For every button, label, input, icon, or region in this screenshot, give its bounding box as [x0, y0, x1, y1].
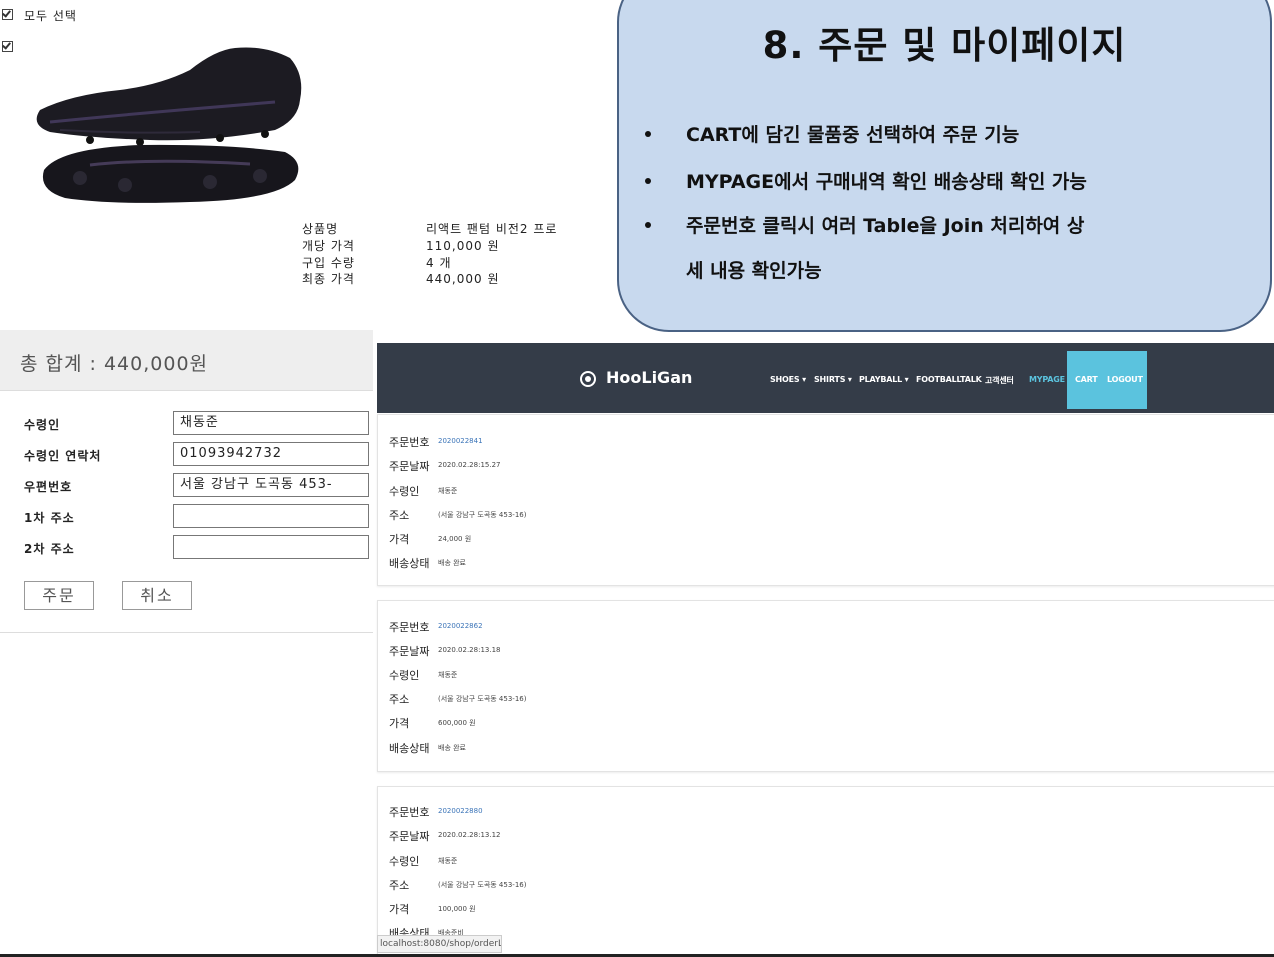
- status-value: 배송 완료: [438, 744, 466, 752]
- callout-bullet: MYPAGE에서 구매내역 확인 배송상태 확인 가능: [686, 171, 1087, 193]
- callout-title: 8. 주문 및 마이페이지: [762, 24, 1127, 67]
- callout-bullet: CART에 담긴 물품중 선택하여 주문 기능: [686, 124, 1020, 146]
- recipient-label: 수령인: [24, 418, 61, 432]
- address-value: (서울 강남구 도곡동 453-16): [438, 881, 527, 889]
- price-label: 가격: [389, 903, 410, 916]
- recipient-label: 수령인: [389, 485, 420, 498]
- price-value: 100,000 원: [438, 905, 476, 913]
- status-value: 배송 완료: [438, 559, 466, 567]
- date-label: 주문날짜: [389, 830, 430, 843]
- callout-bullet: 주문번호 클릭시 여러 Table을 Join 처리하여 상: [686, 215, 1085, 237]
- brand-logo[interactable]: HooLiGan: [606, 368, 692, 387]
- recipient-value: 채동준: [438, 671, 458, 679]
- select-all-label: 모두 선택: [24, 9, 77, 23]
- detail-label: 상품명: [302, 222, 339, 236]
- bullet-icon: [645, 131, 651, 137]
- soccer-ball-icon: [580, 371, 596, 387]
- order-card: 주문번호 2020022880 주문날짜 2020.02.28:13.12 수령…: [377, 786, 1274, 955]
- price-value: 600,000 원: [438, 719, 476, 727]
- nav-logout[interactable]: LOGOUT: [1107, 375, 1143, 384]
- nav-customer-center[interactable]: 고객센터: [985, 375, 1014, 386]
- postcode-input[interactable]: 서울 강남구 도곡동 453-: [173, 473, 369, 497]
- browser-status-url: localhost:8080/shop/orderList: [377, 935, 502, 953]
- address-value: (서울 강남구 도곡동 453-16): [438, 511, 527, 519]
- nav-cart[interactable]: CART: [1075, 375, 1098, 384]
- detail-value: 440,000 원: [426, 272, 500, 286]
- address2-label: 2차 주소: [24, 542, 75, 556]
- order-no-label: 주문번호: [389, 806, 430, 819]
- nav-shoes[interactable]: SHOES ▾: [770, 375, 806, 384]
- address1-label: 1차 주소: [24, 511, 75, 525]
- nav-footballtalk[interactable]: FOOTBALLTALK: [916, 375, 982, 384]
- order-card: 주문번호 2020022841 주문날짜 2020.02.28:15.27 수령…: [377, 414, 1274, 586]
- status-label: 배송상태: [389, 557, 430, 570]
- order-no-link[interactable]: 2020022841: [438, 437, 483, 445]
- order-no-label: 주문번호: [389, 621, 430, 634]
- date-value: 2020.02.28:13.12: [438, 831, 501, 839]
- order-total: 총 합계 : 440,000원: [20, 353, 209, 375]
- detail-label: 개당 가격: [302, 239, 355, 253]
- recipient-value: 채동준: [438, 857, 458, 865]
- phone-label: 수령인 연락처: [24, 449, 102, 463]
- bullet-icon: [645, 178, 651, 184]
- date-value: 2020.02.28:13.18: [438, 646, 501, 654]
- date-label: 주문날짜: [389, 460, 430, 473]
- address-label: 주소: [389, 693, 410, 706]
- date-label: 주문날짜: [389, 645, 430, 658]
- recipient-value: 채동준: [438, 487, 458, 495]
- recipient-label: 수령인: [389, 669, 420, 682]
- recipient-label: 수령인: [389, 855, 420, 868]
- status-label: 배송상태: [389, 742, 430, 755]
- price-label: 가격: [389, 717, 410, 730]
- detail-value: 110,000 원: [426, 239, 500, 253]
- address-label: 주소: [389, 509, 410, 522]
- detail-label: 구입 수량: [302, 256, 355, 270]
- date-value: 2020.02.28:15.27: [438, 461, 501, 469]
- nav-shirts[interactable]: SHIRTS ▾: [814, 375, 852, 384]
- address1-input[interactable]: [173, 504, 369, 528]
- order-card: 주문번호 2020022862 주문날짜 2020.02.28:13.18 수령…: [377, 600, 1274, 772]
- order-no-label: 주문번호: [389, 436, 430, 449]
- cancel-button[interactable]: 취소: [122, 581, 192, 610]
- detail-label: 최종 가격: [302, 272, 355, 286]
- item-checkbox[interactable]: [2, 41, 13, 52]
- bullet-icon: [645, 222, 651, 228]
- product-image: [36, 47, 302, 203]
- order-no-link[interactable]: 2020022862: [438, 622, 483, 630]
- detail-value: 리액트 팬텀 비전2 프로: [426, 222, 558, 236]
- order-no-link[interactable]: 2020022880: [438, 807, 483, 815]
- address-value: (서울 강남구 도곡동 453-16): [438, 695, 527, 703]
- recipient-input[interactable]: 채동준: [173, 411, 369, 435]
- detail-value: 4 개: [426, 256, 452, 270]
- nav-mypage[interactable]: MYPAGE: [1029, 375, 1065, 384]
- callout-bullet-continued: 세 내용 확인가능: [686, 260, 822, 282]
- order-button[interactable]: 주문: [24, 581, 94, 610]
- price-value: 24,000 원: [438, 535, 472, 543]
- phone-input[interactable]: 01093942732: [173, 442, 369, 466]
- price-label: 가격: [389, 533, 410, 546]
- postcode-label: 우편번호: [24, 480, 73, 494]
- form-divider: [0, 632, 373, 633]
- address2-input[interactable]: [173, 535, 369, 559]
- select-all-checkbox[interactable]: [2, 9, 13, 20]
- nav-playball[interactable]: PLAYBALL ▾: [859, 375, 909, 384]
- address-label: 주소: [389, 879, 410, 892]
